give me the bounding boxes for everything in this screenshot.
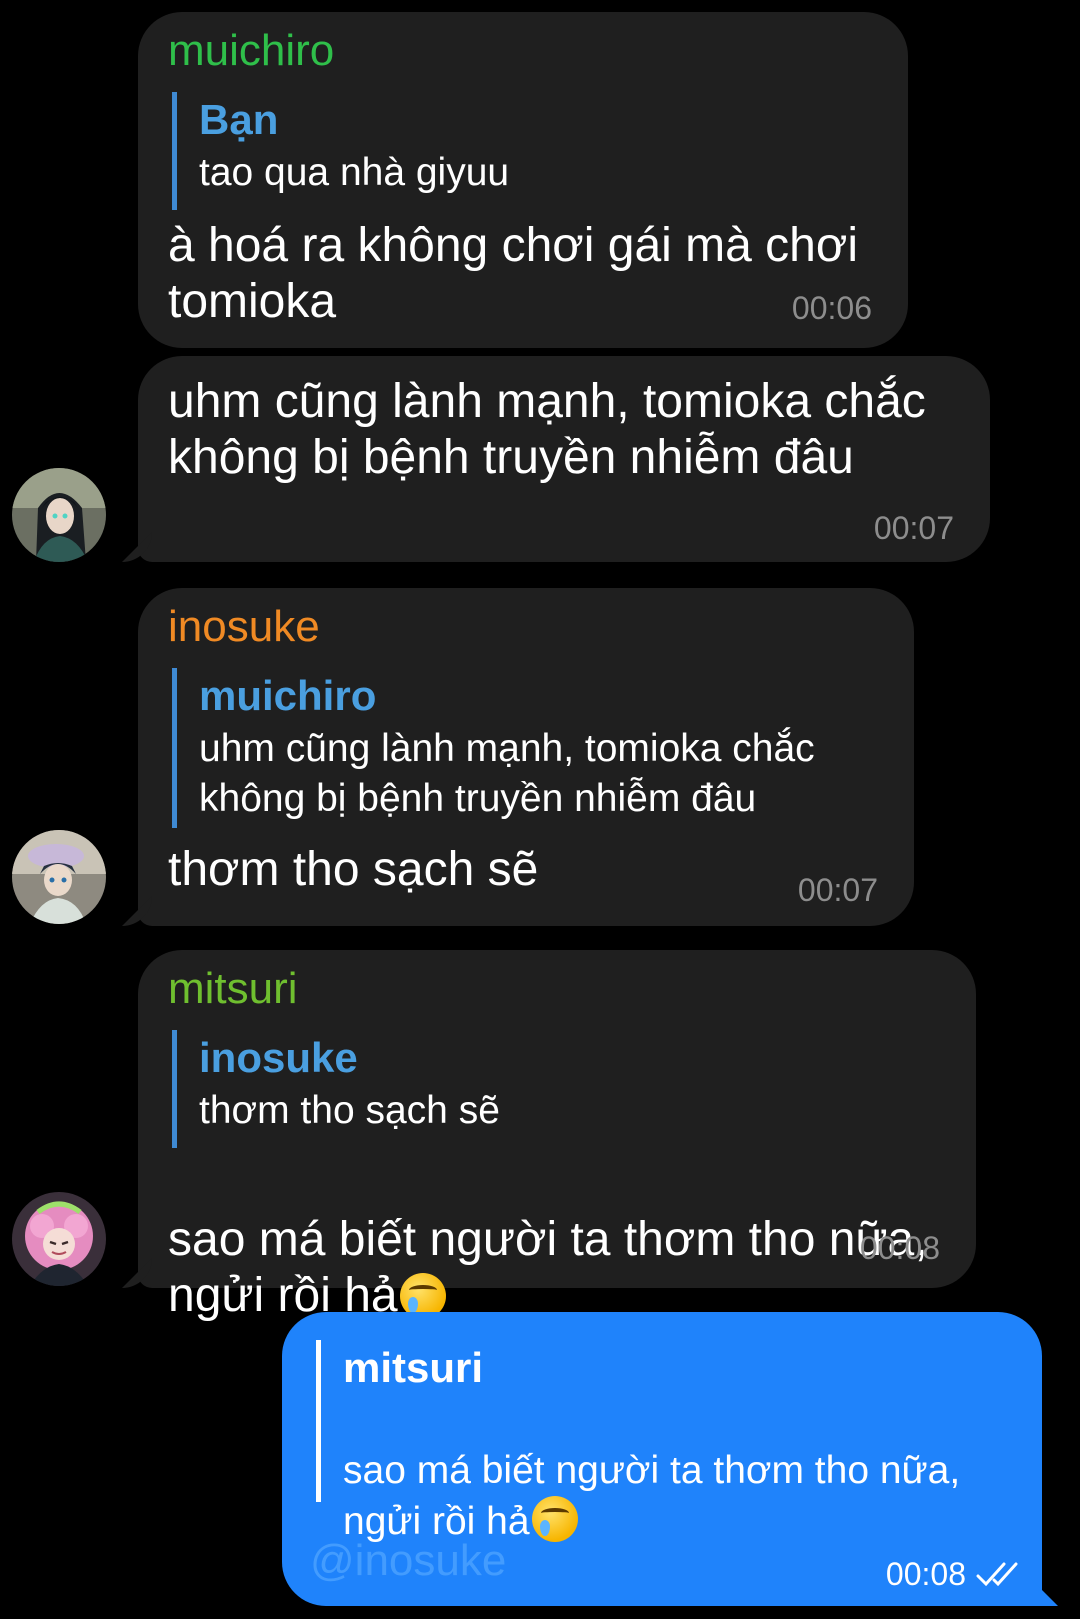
reply-text-body: sao má biết người ta thơm tho nữa, ngửi … <box>343 1449 961 1543</box>
reply-name: mitsuri <box>343 1344 484 1391</box>
message-text: thơm tho sạch sẽ <box>168 843 539 896</box>
message-bubble-muichiro-2[interactable]: uhm cũng lành mạnh, tomioka chắc không b… <box>138 356 990 562</box>
sender-name[interactable]: inosuke <box>168 602 320 652</box>
reply-text: tao qua nhà giyuu <box>199 151 510 194</box>
reply-text: sao má biết người ta thơm tho nữa, ngửi … <box>343 1396 960 1547</box>
inosuke-avatar[interactable] <box>12 830 106 924</box>
message-bubble-inosuke[interactable]: inosuke muichiro uhm cũng lành mạnh, tom… <box>138 588 914 926</box>
reply-name: muichiro <box>199 672 377 719</box>
message-text: uhm cũng lành mạnh, tomioka chắc không b… <box>168 375 926 484</box>
message-bubble-mitsuri[interactable]: mitsuri inosuke thơm tho sạch sẽ sao má … <box>138 950 976 1322</box>
message-text: à hoá ra không chơi gái mà chơi tomioka <box>168 219 858 328</box>
sender-name[interactable]: mitsuri <box>168 964 298 1014</box>
message-time: 00:08 <box>885 1556 966 1592</box>
sender-name[interactable]: muichiro <box>168 26 334 76</box>
message-time: 00:07 <box>873 510 954 546</box>
reply-text: uhm cũng lành mạnh, tomioka chắc không b… <box>199 727 815 820</box>
message-text: sao má biết người ta thơm tho nữa, ngửi … <box>168 1156 928 1324</box>
reply-text: thơm tho sạch sẽ <box>199 1089 500 1132</box>
message-time: 00:08 <box>859 1230 940 1266</box>
message-time: 00:07 <box>797 872 878 908</box>
mention-placeholder[interactable]: @inosuke <box>310 1536 506 1586</box>
reply-quote[interactable]: mitsuri sao má biết người ta thơm tho nữ… <box>316 1340 960 1543</box>
reply-quote[interactable]: muichiro uhm cũng lành mạnh, tomioka chắ… <box>172 668 815 828</box>
double-check-icon <box>976 1562 1018 1587</box>
message-bubble-outgoing[interactable]: mitsuri sao má biết người ta thơm tho nữ… <box>282 1312 1042 1606</box>
smiling-face-with-tear-icon <box>531 1496 578 1542</box>
message-time: 00:06 <box>791 290 872 326</box>
reply-name: inosuke <box>199 1034 358 1081</box>
muichiro-avatar[interactable] <box>12 468 106 562</box>
message-text-body: sao má biết người ta thơm tho nữa, ngửi … <box>168 1213 928 1322</box>
mitsuri-avatar[interactable] <box>12 1192 106 1286</box>
reply-name: Bạn <box>199 96 279 143</box>
message-bubble-muichiro-1[interactable]: muichiro Bạn tao qua nhà giyuu à hoá ra … <box>138 12 908 348</box>
reply-quote[interactable]: Bạn tao qua nhà giyuu <box>172 92 509 210</box>
reply-quote[interactable]: inosuke thơm tho sạch sẽ <box>172 1030 500 1148</box>
